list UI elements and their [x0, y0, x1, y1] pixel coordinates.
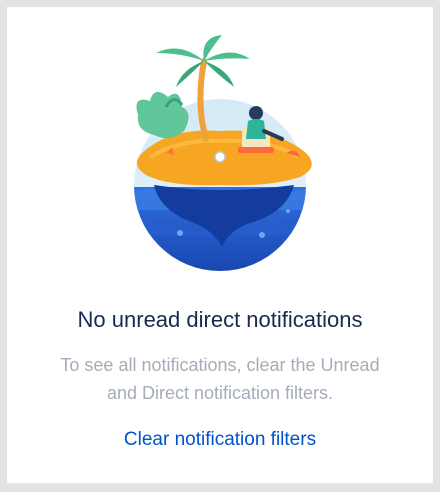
island-illustration	[134, 35, 312, 271]
empty-state-title: No unread direct notifications	[77, 307, 363, 332]
empty-state-message-line-2: and Direct notification filters.	[106, 383, 334, 403]
empty-state-message-line-1: To see all notifications, clear the Unre…	[60, 355, 380, 375]
clear-notification-filters-link[interactable]: Clear notification filters	[7, 429, 433, 451]
empty-state-card: No unread direct notifications To see al…	[7, 7, 433, 483]
empty-state-message: To see all notifications, clear the Unre…	[7, 351, 433, 407]
